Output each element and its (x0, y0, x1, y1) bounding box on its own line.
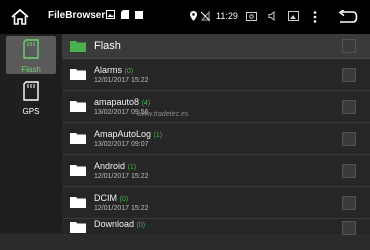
folder-icon (70, 222, 86, 233)
file-name: Download (94, 219, 135, 229)
current-folder-header: Flash (62, 34, 370, 59)
list-item[interactable]: Android (1) 12/01/2017 15:22 (62, 155, 370, 187)
app-title: FileBrowser (48, 10, 106, 21)
row-checkbox[interactable] (342, 132, 356, 146)
file-name: Alarms (94, 65, 123, 75)
sidebar-item-flash[interactable]: Flash (6, 36, 56, 74)
sidebar-item-gps[interactable]: GPS (6, 78, 56, 116)
gps-card-icon (23, 81, 39, 101)
clock: 11:29 (216, 11, 238, 21)
status-bar: FileBrowser 11:29 (0, 0, 370, 34)
list-item[interactable]: Alarms (0) 12/01/2017 15:22 (62, 59, 370, 91)
camera-icon[interactable] (246, 12, 257, 21)
current-folder-title: Flash (94, 40, 121, 52)
item-count: (0) (124, 68, 134, 75)
row-checkbox[interactable] (342, 100, 356, 114)
file-name: AmapAutoLog (94, 129, 152, 139)
screenshot-icon[interactable] (288, 11, 299, 21)
sidebar-item-label: GPS (22, 107, 40, 116)
folder-icon (70, 197, 86, 208)
folder-icon (70, 101, 86, 112)
file-name: amapauto8 (94, 97, 140, 107)
home-icon[interactable] (10, 8, 30, 26)
file-name: Android (94, 161, 126, 171)
select-all-checkbox[interactable] (342, 39, 356, 53)
back-icon[interactable] (338, 10, 358, 24)
volume-icon[interactable] (268, 11, 278, 21)
file-list: Flash Alarms (0) 12/01/2017 15:22 amapau… (62, 34, 370, 235)
item-count: (1) (153, 132, 163, 139)
watermark: www.tradetec.es (137, 111, 189, 118)
location-icon (190, 11, 197, 21)
file-name: DCIM (94, 193, 117, 203)
row-checkbox[interactable] (342, 164, 356, 178)
sd-card-status-icon (121, 10, 129, 19)
list-item[interactable]: Download (0) (62, 219, 370, 250)
modified-date: 12/01/2017 15:22 (94, 205, 149, 212)
modified-date: 12/01/2017 15:22 (94, 77, 149, 84)
item-count: (0) (119, 196, 129, 203)
modified-date: 12/01/2017 15:22 (94, 173, 149, 180)
row-checkbox[interactable] (342, 68, 356, 82)
item-count: (1) (127, 164, 137, 171)
list-item[interactable]: amapauto8 (4) 13/02/2017 09:56 www.trade… (62, 91, 370, 123)
sidebar-item-label: Flash (21, 65, 41, 74)
no-signal-icon (201, 11, 210, 21)
notification-square-icon (135, 10, 143, 19)
row-checkbox[interactable] (342, 221, 356, 235)
modified-date: 13/02/2017 09:07 (94, 141, 149, 148)
sd-card-icon (23, 39, 39, 59)
row-checkbox[interactable] (342, 196, 356, 210)
item-count: (4) (141, 100, 151, 107)
more-options-icon[interactable] (313, 11, 317, 23)
folder-icon (70, 165, 86, 176)
folder-icon (70, 69, 86, 80)
image-icon (106, 10, 115, 19)
list-item[interactable]: DCIM (0) 12/01/2017 15:22 (62, 187, 370, 219)
folder-icon (70, 133, 86, 144)
item-count: (0) (136, 222, 146, 229)
sidebar: Flash GPS (0, 34, 62, 234)
list-item[interactable]: AmapAutoLog (1) 13/02/2017 09:07 (62, 123, 370, 155)
folder-icon (70, 41, 86, 52)
